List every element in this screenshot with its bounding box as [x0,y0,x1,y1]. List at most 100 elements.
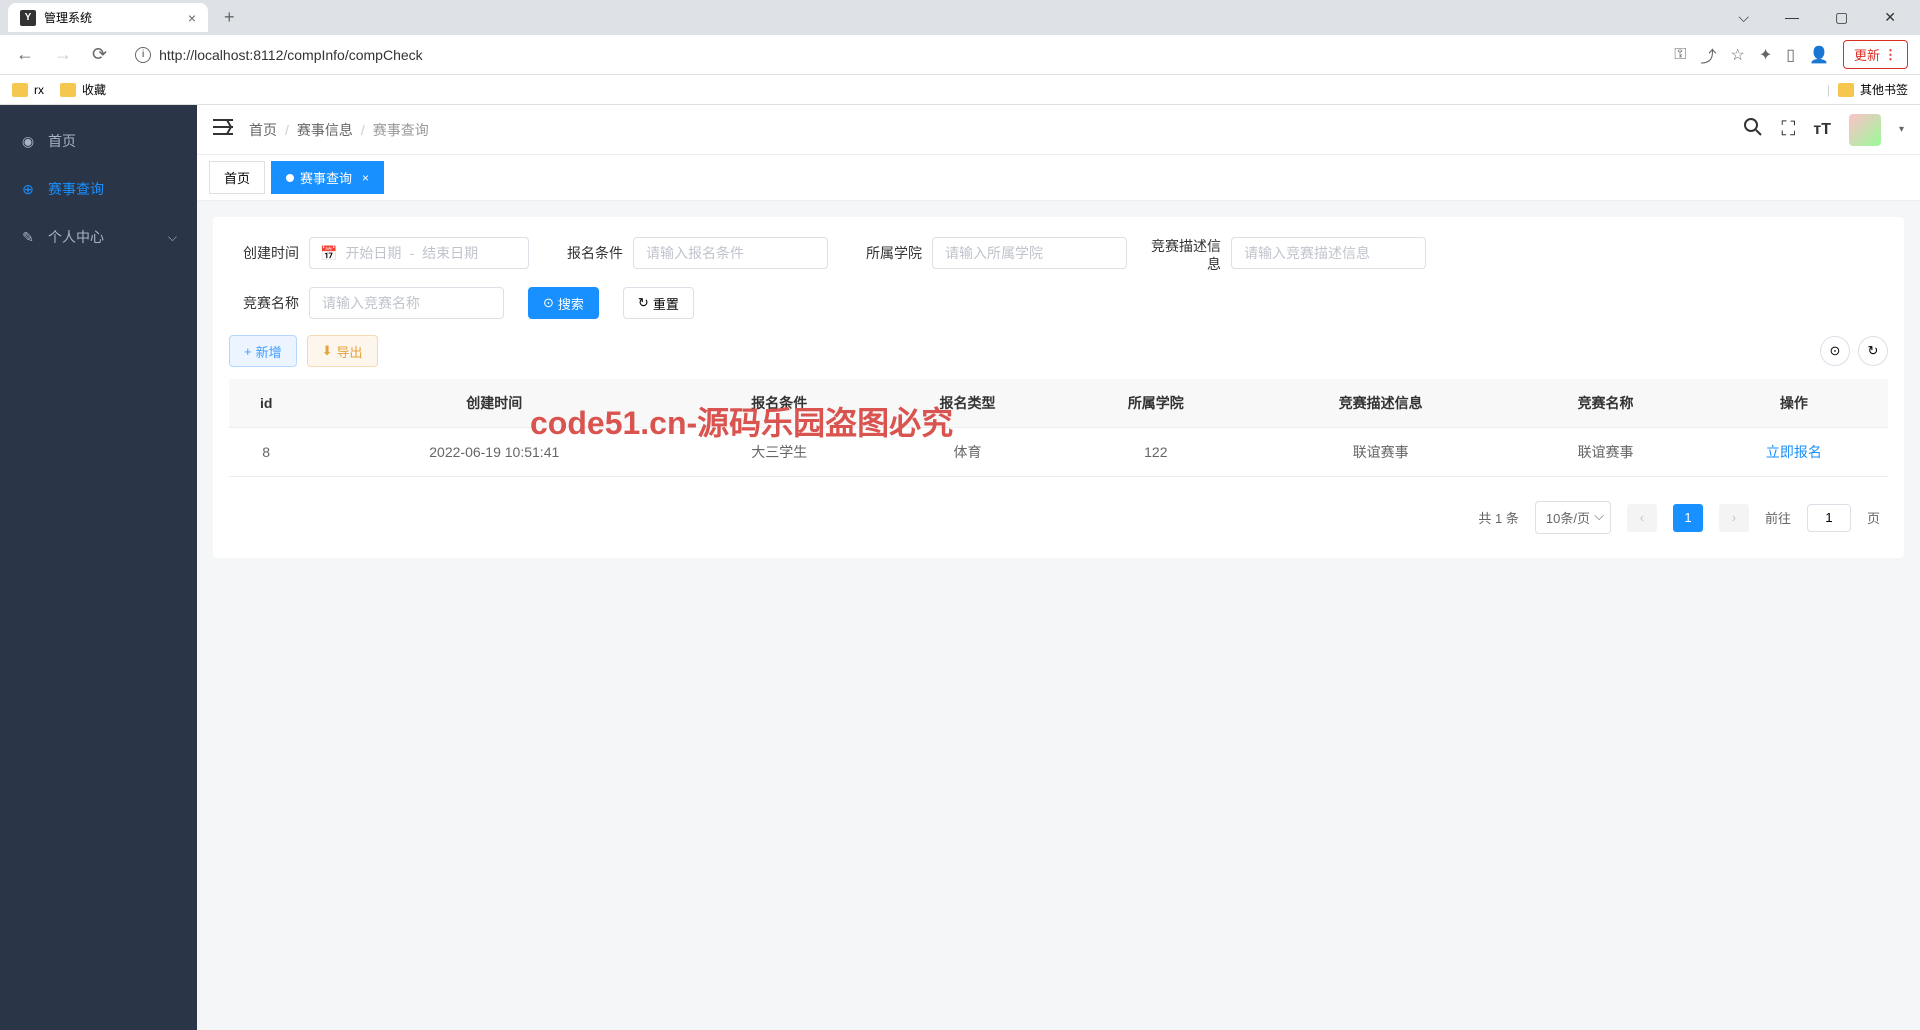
cell-name: 联谊赛事 [1511,428,1699,477]
desc-label: 竞赛描述信息 [1151,237,1221,273]
panel-icon[interactable]: ▯ [1786,45,1795,65]
folder-icon [60,83,76,97]
th-college: 所属学院 [1062,379,1250,428]
chevron-down-icon[interactable]: ▾ [1899,124,1904,135]
data-table: id 创建时间 报名条件 报名类型 所属学院 竞赛描述信息 竞赛名称 操作 8 [229,379,1888,477]
font-size-icon[interactable]: тT [1813,121,1831,139]
th-name: 竞赛名称 [1511,379,1699,428]
reset-button[interactable]: ↻ 重置 [623,287,694,319]
breadcrumb: 首页 / 赛事信息 / 赛事查询 [249,120,429,140]
close-window-button[interactable]: ✕ [1876,5,1904,30]
add-button[interactable]: + 新增 [229,335,297,367]
name-input[interactable] [309,287,504,319]
sidebar-item-competition-query[interactable]: ⊕ 赛事查询 [0,165,197,213]
bookmarks-bar: rx 收藏 | 其他书签 [0,75,1920,105]
fullscreen-icon[interactable]: ⛶ [1781,118,1795,141]
th-signup-cond: 报名条件 [685,379,873,428]
tabs-bar: 首页 赛事查询 × [197,155,1920,201]
next-page-button[interactable]: › [1719,504,1749,532]
active-dot-icon [286,174,294,182]
avatar[interactable] [1849,114,1881,146]
bookmark-rx[interactable]: rx [12,83,44,97]
pagination: 共 1 条 10条/页 ⌵ ‹ 1 › 前往 页 [229,497,1888,538]
jump-prefix: 前往 [1765,508,1791,527]
calendar-icon: 📅 [320,245,337,262]
page-number-button[interactable]: 1 [1673,504,1703,532]
chevron-down-icon: ⌵ [1594,508,1604,524]
download-icon: ⬇ [322,343,333,359]
jump-suffix: 页 [1867,508,1880,527]
forward-button[interactable]: → [50,40,76,69]
cell-signup-cond: 大三学生 [685,428,873,477]
table-header-row: id 创建时间 报名条件 报名类型 所属学院 竞赛描述信息 竞赛名称 操作 [229,379,1888,428]
bookmark-favorites[interactable]: 收藏 [60,81,106,98]
key-icon[interactable]: ⚿ [1674,46,1686,64]
search-panel: 创建时间 📅 开始日期 - 结束日期 报名条件 所属学院 [213,217,1904,558]
header: 首页 / 赛事信息 / 赛事查询 ⛶ тT ▾ [197,105,1920,155]
tab-title: 管理系统 [44,9,92,26]
chevron-down-icon: ⌵ [168,230,177,245]
sidebar-item-label: 个人中心 [48,227,104,247]
signup-cond-label: 报名条件 [553,237,623,269]
new-tab-button[interactable]: + [216,3,243,32]
browser-tab-bar: Y 管理系统 × + ⌵ — ▢ ✕ [0,0,1920,35]
extensions-icon[interactable]: ✦ [1759,45,1772,65]
browser-tab[interactable]: Y 管理系统 × [8,3,208,32]
window-controls: ⌵ — ▢ ✕ [1730,5,1912,30]
sidebar: ◉ 首页 ⊕ 赛事查询 ✎ 个人中心 ⌵ [0,105,197,1030]
th-id: id [229,379,303,428]
dropdown-icon[interactable]: ⌵ [1730,5,1757,30]
back-button[interactable]: ← [12,40,38,69]
folder-icon [1838,83,1854,97]
page-jump-input[interactable] [1807,504,1851,532]
share-icon[interactable]: ⤴ [1700,43,1716,67]
sidebar-item-personal-center[interactable]: ✎ 个人中心 ⌵ [0,213,197,261]
refresh-icon-button[interactable]: ↻ [1858,336,1888,366]
date-range-picker[interactable]: 📅 开始日期 - 结束日期 [309,237,529,269]
site-info-icon[interactable]: i [135,47,151,63]
close-tab-icon[interactable]: × [362,171,369,185]
maximize-button[interactable]: ▢ [1827,5,1856,30]
cell-create-time: 2022-06-19 10:51:41 [303,428,685,477]
url-bar[interactable]: i http://localhost:8112/compInfo/compChe… [123,41,1662,69]
page-size-select[interactable]: 10条/页 ⌵ [1535,501,1611,534]
export-button[interactable]: ⬇ 导出 [307,335,378,367]
favicon: Y [20,10,36,26]
th-action: 操作 [1700,379,1888,428]
cell-signup-type: 体育 [873,428,1061,477]
update-button[interactable]: 更新 ⋮ [1843,40,1908,69]
cell-id: 8 [229,428,303,477]
breadcrumb-competition-query: 赛事查询 [373,120,429,140]
tab-competition-query[interactable]: 赛事查询 × [271,161,384,194]
reload-button[interactable]: ⟳ [88,40,111,69]
target-icon: ⊕ [20,181,36,198]
profile-icon[interactable]: 👤 [1809,45,1829,65]
signup-link[interactable]: 立即报名 [1766,444,1822,460]
search-icon-button[interactable]: ⊙ [1820,336,1850,366]
breadcrumb-home[interactable]: 首页 [249,120,277,140]
minimize-button[interactable]: — [1777,5,1807,30]
signup-cond-input[interactable] [633,237,828,269]
college-input[interactable] [932,237,1127,269]
menu-toggle-button[interactable] [213,119,233,140]
browser-toolbar: ← → ⟳ i http://localhost:8112/compInfo/c… [0,35,1920,75]
url-text: http://localhost:8112/compInfo/compCheck [159,47,423,63]
sidebar-item-home[interactable]: ◉ 首页 [0,117,197,165]
prev-page-button[interactable]: ‹ [1627,504,1657,532]
search-icon[interactable] [1743,117,1763,143]
sidebar-item-label: 赛事查询 [48,179,104,199]
other-bookmarks[interactable]: 其他书签 [1838,81,1908,98]
create-time-label: 创建时间 [229,237,299,269]
college-label: 所属学院 [852,237,922,269]
cell-desc: 联谊赛事 [1250,428,1511,477]
folder-icon [12,83,28,97]
close-tab-icon[interactable]: × [188,10,196,26]
name-label: 竞赛名称 [229,287,299,319]
tab-home[interactable]: 首页 [209,161,265,194]
breadcrumb-competition-info[interactable]: 赛事信息 [297,120,353,140]
search-button[interactable]: ⊙ 搜索 [528,287,599,319]
desc-input[interactable] [1231,237,1426,269]
star-icon[interactable]: ☆ [1731,45,1745,65]
cell-college: 122 [1062,428,1250,477]
table-row: 8 2022-06-19 10:51:41 大三学生 体育 122 联谊赛事 联… [229,428,1888,477]
